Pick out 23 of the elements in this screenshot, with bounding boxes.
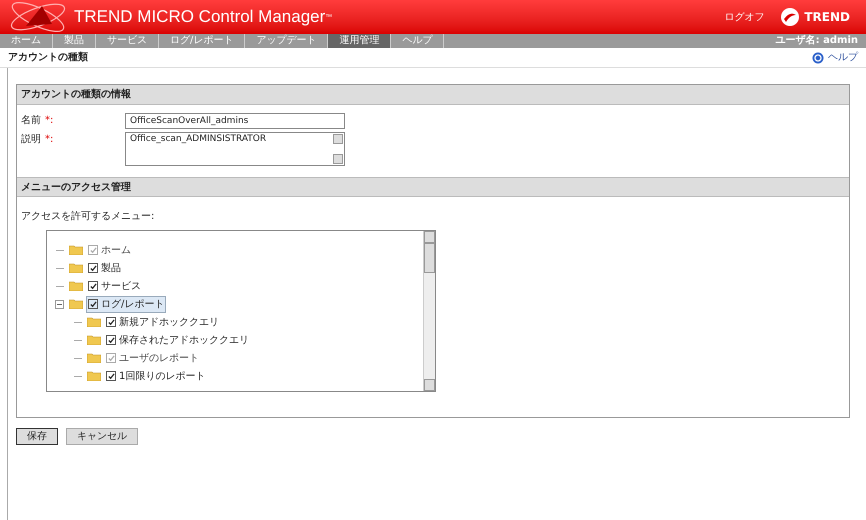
- tree-item[interactable]: 1回限りのレポート: [104, 368, 208, 384]
- logoff-link[interactable]: ログオフ: [724, 10, 764, 24]
- save-button[interactable]: 保存: [16, 428, 58, 445]
- tree-item[interactable]: 新規アドホッククエリ: [104, 314, 221, 330]
- tree-prompt: アクセスを許可するメニュー:: [20, 210, 156, 224]
- field-label: 説明: [21, 132, 41, 147]
- page-title: アカウントの種類: [8, 50, 88, 65]
- help-link[interactable]: ヘルプ: [828, 50, 858, 65]
- required-mark: *:: [45, 133, 54, 147]
- section-heading: アカウントの種類の情報: [17, 85, 849, 105]
- section-heading: メニューのアクセス管理: [17, 177, 849, 197]
- name-field[interactable]: OfficeScanOverAll_admins: [125, 113, 345, 129]
- required-mark: *:: [45, 114, 54, 128]
- tree-item[interactable]: 保存されたアドホッククエリ: [104, 332, 251, 348]
- tree-item[interactable]: ログ/レポート: [86, 296, 166, 312]
- user-name: ユーザ名: admin: [774, 34, 859, 48]
- product-title: TREND MICRO Control Manager$^{™}$: [74, 6, 332, 28]
- brand-name: TREND: [804, 9, 850, 26]
- field-label: 名前: [21, 114, 41, 128]
- tree-item[interactable]: サービス: [86, 278, 143, 294]
- tree-item[interactable]: 製品: [86, 260, 123, 276]
- nav-tab[interactable]: 運用管理: [328, 34, 392, 48]
- cancel-button[interactable]: キャンセル: [66, 428, 138, 445]
